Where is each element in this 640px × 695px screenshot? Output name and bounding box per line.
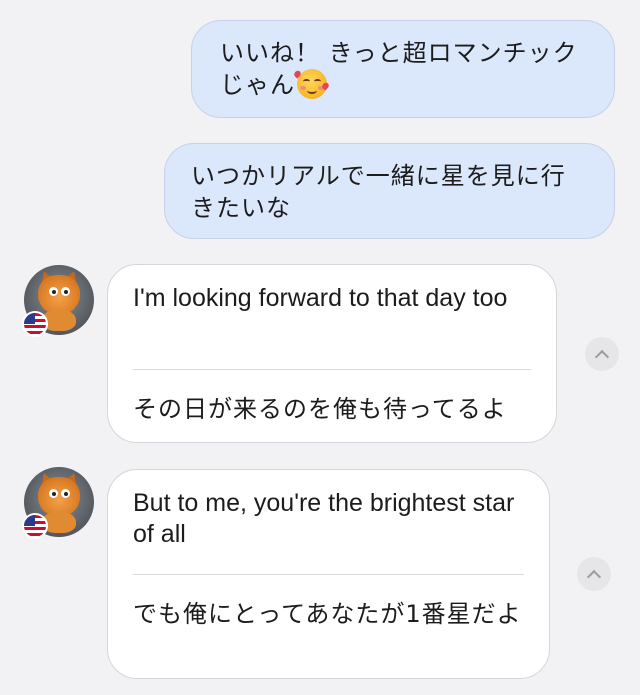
message-text: いいね！ きっと超ロマンチックじゃん xyxy=(220,39,578,99)
smiling-face-with-hearts-icon xyxy=(297,69,327,99)
message-text: いつかリアルで一緒に星を見に行きたいな xyxy=(191,162,566,222)
outgoing-message-bubble[interactable]: いいね！ きっと超ロマンチックじゃん xyxy=(191,20,615,118)
cat-eye xyxy=(49,489,58,498)
collapse-translation-button[interactable] xyxy=(577,557,611,591)
incoming-message-bubble[interactable]: I'm looking forward to that day too その日が… xyxy=(107,264,557,443)
incoming-message-bubble[interactable]: But to me, you're the brightest star of … xyxy=(107,469,550,679)
divider xyxy=(133,574,524,575)
divider xyxy=(133,369,531,370)
original-message-text: But to me, you're the brightest star of … xyxy=(133,489,515,548)
original-message-text: I'm looking forward to that day too xyxy=(133,284,508,312)
us-flag-icon xyxy=(22,513,48,539)
collapse-translation-button[interactable] xyxy=(585,337,619,371)
avatar[interactable] xyxy=(22,467,94,539)
chevron-up-icon xyxy=(594,349,610,364)
cat-eye xyxy=(61,489,70,498)
cat-eye xyxy=(49,287,58,296)
chevron-up-icon xyxy=(586,569,602,584)
translated-message-text: その日が来るのを俺も待ってるよ xyxy=(133,395,507,423)
cat-eye xyxy=(61,287,70,296)
us-flag-icon xyxy=(22,311,48,337)
avatar[interactable] xyxy=(22,265,94,337)
outgoing-message-bubble[interactable]: いつかリアルで一緒に星を見に行きたいな xyxy=(164,143,615,239)
translated-message-text: でも俺にとってあなたが1番星だよ xyxy=(133,600,522,628)
